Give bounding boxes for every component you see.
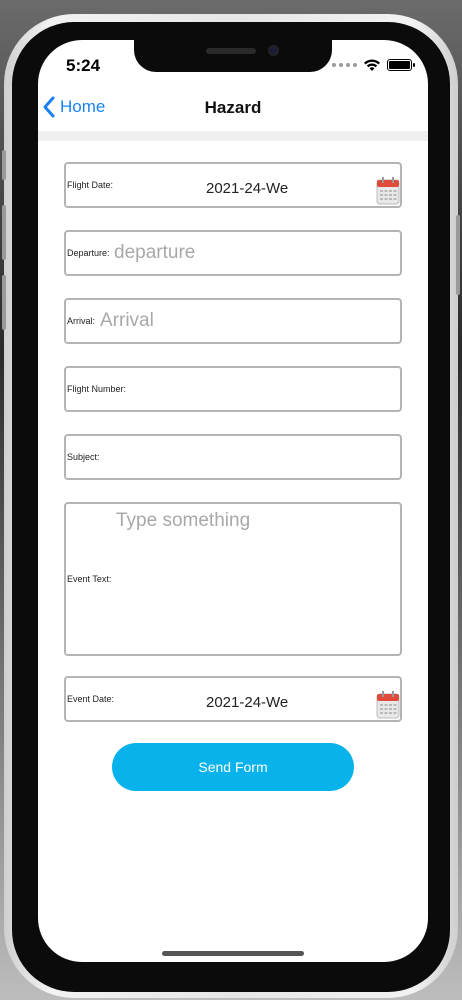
event-date-label: Event Date: [67, 694, 115, 704]
speaker [206, 48, 256, 54]
event-date-value: 2021-24-We [206, 694, 289, 711]
arrival-placeholder: Arrival [100, 310, 154, 331]
subject-field[interactable]: Subject: [64, 434, 402, 480]
flight-date-field[interactable]: Flight Date: 2021-24-We [64, 162, 402, 208]
calendar-icon[interactable] [376, 690, 400, 720]
camera [268, 45, 279, 56]
departure-field[interactable]: Departure: departure [64, 230, 402, 276]
event-text-label: Event Text: [67, 574, 112, 584]
event-date-field[interactable]: Event Date: 2021-24-We [64, 676, 402, 722]
battery-icon [387, 59, 415, 71]
flight-number-field[interactable]: Flight Number: [64, 366, 402, 412]
status-time: 5:24 [66, 56, 101, 75]
event-text-field[interactable]: Event Text: Type something [64, 502, 402, 656]
status-icons [332, 58, 415, 72]
notch [134, 40, 332, 72]
arrival-field[interactable]: Arrival: Arrival [64, 298, 402, 344]
home-indicator [162, 951, 304, 956]
flight-date-label: Flight Date: [67, 180, 114, 190]
mute-switch [2, 150, 6, 180]
subject-label: Subject: [67, 452, 100, 462]
arrival-label: Arrival: [67, 316, 96, 326]
flight-date-value: 2021-24-We [206, 180, 289, 197]
departure-placeholder: departure [114, 242, 196, 263]
screen: 5:24 Home Hazard Flight Date: 2021-24-We [38, 40, 428, 962]
nav-divider [38, 131, 428, 141]
event-text-placeholder: Type something [116, 510, 251, 531]
page-title: Hazard [204, 98, 262, 117]
power-button [456, 215, 460, 295]
wifi-icon [364, 59, 380, 71]
volume-down-button [2, 275, 6, 330]
send-form-button[interactable]: Send Form [112, 743, 354, 791]
navbar: Home Hazard [38, 92, 428, 128]
signal-icon [332, 63, 357, 67]
departure-label: Departure: [67, 248, 110, 258]
calendar-icon[interactable] [376, 176, 400, 206]
flight-number-label: Flight Number: [67, 384, 127, 394]
volume-up-button [2, 205, 6, 260]
